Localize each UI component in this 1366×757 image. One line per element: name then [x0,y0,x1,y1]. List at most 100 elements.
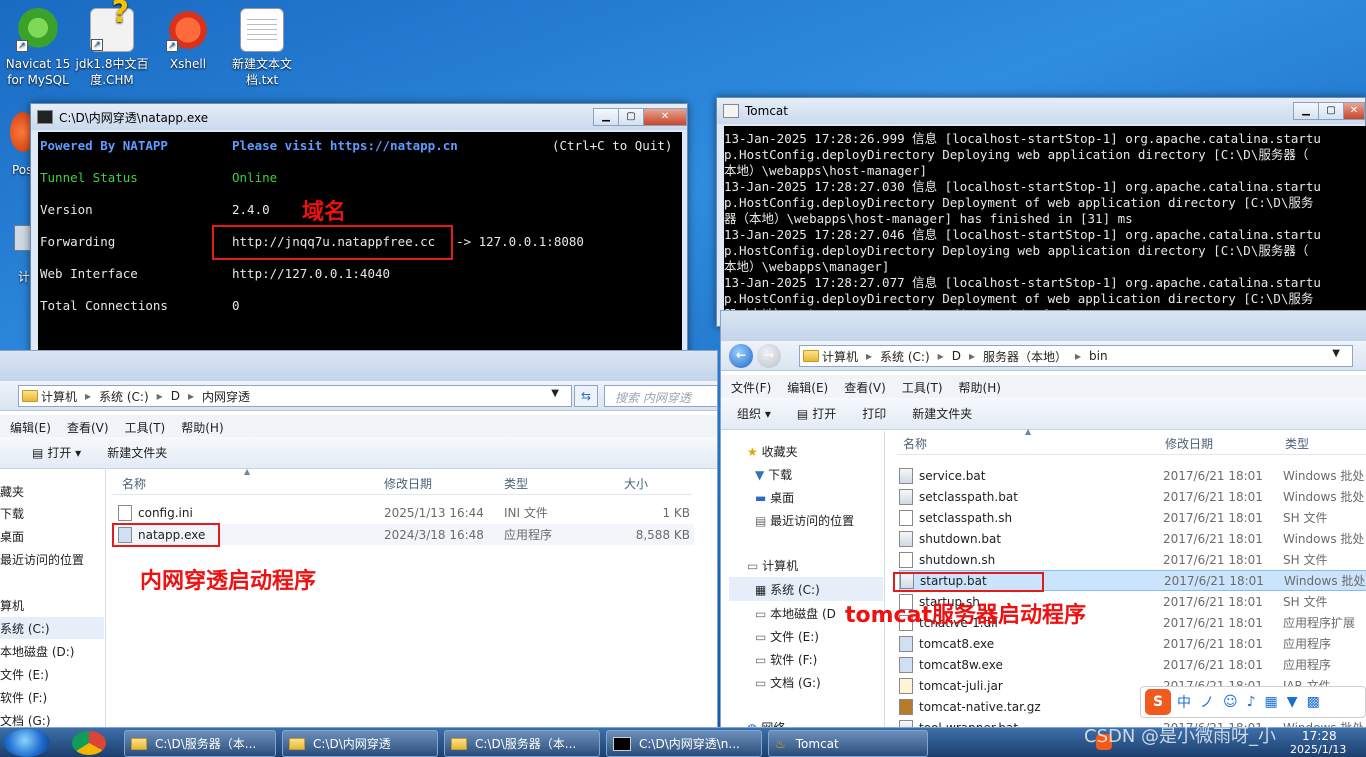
menu-tools[interactable]: 工具(T) [125,419,166,436]
natapp-titlebar[interactable]: C:\D\内网穿透\natapp.exe ▁ ▢ ✕ [31,104,687,130]
nav-e-drive[interactable]: 文件 (E:) [0,666,49,683]
nav-favorites[interactable]: 藏夹 [0,483,24,500]
file-row[interactable]: tomcat8w.exe 2017/6/21 18:01 应用程序 [899,654,1366,675]
toolbox-icon[interactable]: ▩ [1307,694,1320,710]
new-folder-button[interactable]: 新建文件夹 [107,444,167,461]
emoji-icon[interactable]: ☺ [1223,694,1238,710]
tomcat-console[interactable]: 13-Jan-2025 17:28:26.999 信息 [localhost-s… [724,126,1366,324]
tomcat-titlebar[interactable]: Tomcat ▁ ▢ ✕ [717,98,1365,124]
breadcrumb-c-drive[interactable]: 系统 (C:) [99,388,149,405]
file-row[interactable]: setclasspath.sh 2017/6/21 18:01 SH 文件 [899,507,1366,528]
menu-edit[interactable]: 编辑(E) [10,419,51,436]
file-row[interactable]: shutdown.sh 2017/6/21 18:01 SH 文件 [899,549,1366,570]
nav-d-drive[interactable]: 本地磁盘 (D:) [0,643,74,660]
breadcrumb-natapp[interactable]: 内网穿透 [202,388,250,405]
nav-computer[interactable]: ▭ 计算机 [747,557,798,574]
open-button[interactable]: ▤ 打开 ▾ [32,444,81,461]
nav-desktop[interactable]: ▬ 桌面 [755,489,794,506]
breadcrumb-bin[interactable]: bin [1089,349,1108,363]
keyboard-icon[interactable]: ▦ [1265,694,1278,710]
file-row[interactable]: setclasspath.bat 2017/6/21 18:01 Windows 批… [899,486,1366,507]
start-button[interactable] [4,729,50,757]
breadcrumb-computer[interactable]: 计算机 [822,348,858,365]
nav-d-drive[interactable]: ▭ 本地磁盘 (D [755,605,836,622]
organize-button[interactable]: 组织 ▾ [737,405,771,422]
breadcrumb[interactable]: 计算机 ▸ 系统 (C:) ▸ D ▸ 服务器（本地） ▸ bin ▼ [799,345,1353,367]
nav-downloads[interactable]: ▼ 下载 [755,466,792,483]
explorer-bin-window[interactable]: ← → 计算机 ▸ 系统 (C:) ▸ D ▸ 服务器（本地） ▸ bin ▼ 文件(F… [720,310,1366,728]
clock-date[interactable]: 2025/1/13 [1290,743,1346,756]
explorer-titlebar[interactable] [721,311,1366,341]
microphone-icon[interactable]: ♪ [1247,694,1256,710]
nav-computer[interactable]: 算机 [0,597,24,614]
taskbar-item-explorer-server-2[interactable]: C:\D\服务器（本... [444,730,600,757]
maximize-button[interactable]: ▢ [618,108,644,126]
explorer-titlebar[interactable] [0,351,717,381]
refresh-icon[interactable]: ⇆ [574,385,598,407]
file-row[interactable]: config.ini 2025/1/13 16:44 INI 文件 1 KB [118,502,694,523]
menu-view[interactable]: 查看(V) [67,419,109,436]
desktop-icon-jdk-chm[interactable]: ↗ jdk1.8中文百 度.CHM [74,5,150,88]
desktop-icon-new-text[interactable]: 新建文本文 档.txt [224,8,300,88]
menu-tools[interactable]: 工具(T) [902,379,943,396]
column-type[interactable]: 类型 [1285,435,1309,452]
nav-e-drive[interactable]: ▭ 文件 (E:) [755,628,819,645]
taskbar-item-tomcat[interactable]: ♨ Tomcat [768,730,928,757]
close-button[interactable]: ✕ [643,108,687,126]
column-date[interactable]: 修改日期 [1165,435,1213,452]
nav-desktop[interactable]: 桌面 [0,528,24,545]
minimize-button[interactable]: ▁ [1293,102,1319,120]
forward-button[interactable]: → [757,344,781,368]
punctuation-icon[interactable]: ノ [1200,692,1214,712]
new-folder-button[interactable]: 新建文件夹 [912,405,972,422]
column-type[interactable]: 类型 [504,475,528,492]
open-button[interactable]: ▤ 打开 [797,405,836,422]
menu-view[interactable]: 查看(V) [844,379,886,396]
menu-edit[interactable]: 编辑(E) [787,379,828,396]
file-row[interactable]: shutdown.bat 2017/6/21 18:01 Windows 批处 [899,528,1366,549]
menu-file[interactable]: 文件(F) [731,379,771,396]
taskbar-item-explorer-server[interactable]: C:\D\服务器（本... [124,730,276,757]
minimize-button[interactable]: ▁ [593,108,619,126]
desktop-icon-navicat[interactable]: ↗ Navicat 15 for MySQL [0,8,76,88]
column-size[interactable]: 大小 [624,475,648,492]
nav-favorites[interactable]: ★ 收藏夹 [747,443,798,460]
breadcrumb-d[interactable]: D [171,389,180,403]
chrome-taskbar-icon[interactable] [72,731,106,755]
column-name[interactable]: 名称 [122,475,146,492]
breadcrumb-computer[interactable]: 计算机 [41,388,77,405]
nav-c-drive[interactable]: 系统 (C:) [0,617,104,639]
chevron-down-icon[interactable]: ▼ [551,388,559,399]
nav-f-drive[interactable]: ▭ 软件 (F:) [755,651,817,668]
sogou-logo-icon[interactable]: S [1145,689,1171,715]
nav-recent[interactable]: 最近访问的位置 [0,551,84,568]
breadcrumb[interactable]: 计算机 ▸ 系统 (C:) ▸ D ▸ 内网穿透 ▼ [18,385,572,407]
chevron-down-icon[interactable]: ▼ [1332,348,1340,359]
address-bar[interactable]: ← → 计算机 ▸ 系统 (C:) ▸ D ▸ 服务器（本地） ▸ bin ▼ [721,341,1366,371]
column-date[interactable]: 修改日期 [384,475,432,492]
clock-time[interactable]: 17:28 [1302,729,1337,743]
nav-recent[interactable]: ▤ 最近访问的位置 [755,512,854,529]
ime-mode-toggle[interactable]: 中 [1177,692,1191,712]
nav-g-drive[interactable]: ▭ 文档 (G:) [755,674,821,691]
back-button[interactable]: ← [729,344,753,368]
address-bar[interactable]: 计算机 ▸ 系统 (C:) ▸ D ▸ 内网穿透 ▼ ⇆ 搜索 内网穿透 [0,381,717,411]
explorer-natapp-window[interactable]: 计算机 ▸ 系统 (C:) ▸ D ▸ 内网穿透 ▼ ⇆ 搜索 内网穿透 编辑(E) … [0,350,718,728]
maximize-button[interactable]: ▢ [1318,102,1344,120]
breadcrumb-c-drive[interactable]: 系统 (C:) [880,348,930,365]
nav-downloads[interactable]: 下载 [0,505,24,522]
desktop-icon-xshell[interactable]: ↗ Xshell [150,8,226,72]
file-row[interactable]: tomcat8.exe 2017/6/21 18:01 应用程序 [899,633,1366,654]
column-name[interactable]: 名称 [903,435,927,452]
taskbar-item-natapp-console[interactable]: C:\D\内网穿透\n... [606,730,762,757]
close-button[interactable]: ✕ [1343,102,1365,120]
menu-help[interactable]: 帮助(H) [959,379,1001,396]
ime-toolbar[interactable]: S 中 ノ ☺ ♪ ▦ ▼ ▩ [1140,686,1366,718]
skin-icon[interactable]: ▼ [1287,694,1298,710]
nav-f-drive[interactable]: 软件 (F:) [0,689,47,706]
menu-help[interactable]: 帮助(H) [181,419,223,436]
file-row[interactable]: service.bat 2017/6/21 18:01 Windows 批处 [899,465,1366,486]
print-button[interactable]: 打印 [862,405,886,422]
breadcrumb-d[interactable]: D [952,349,961,363]
breadcrumb-server[interactable]: 服务器（本地） [983,348,1067,365]
